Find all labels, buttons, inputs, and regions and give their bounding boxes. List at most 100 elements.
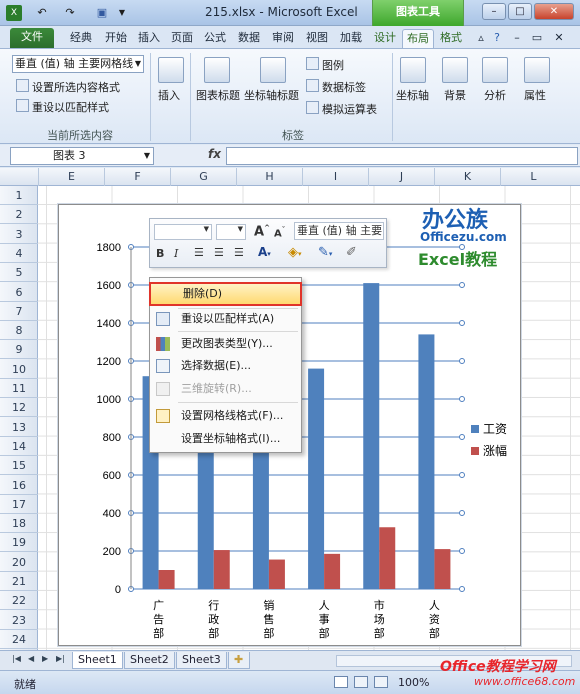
tab-review[interactable]: 审阅 (268, 29, 298, 48)
column-header[interactable]: K (434, 168, 500, 186)
insert-sheet-icon[interactable]: ✚ (228, 652, 250, 669)
row-header[interactable]: 22 (0, 591, 38, 611)
tab-format[interactable]: 格式 (436, 29, 466, 48)
tab-file[interactable]: 文件 (10, 28, 54, 48)
column-header[interactable]: G (170, 168, 236, 186)
formula-input[interactable] (226, 147, 578, 165)
chart-title-button[interactable]: 图表标题 (196, 87, 240, 103)
row-header[interactable]: 23 (0, 611, 38, 630)
menu-item-select-data[interactable]: 选择数据(E)... (150, 356, 301, 376)
properties-button[interactable]: 属性 (524, 87, 546, 103)
row-header[interactable]: 12 (0, 398, 38, 418)
minimize-ribbon-icon[interactable]: ▵ (474, 29, 488, 48)
next-sheet-icon[interactable]: ▶ (42, 654, 48, 663)
tab-view[interactable]: 视图 (302, 29, 332, 48)
row-header[interactable]: 7 (0, 302, 38, 321)
column-header[interactable]: F (104, 168, 170, 186)
row-header[interactable]: 2 (0, 205, 38, 225)
tab-formulas[interactable]: 公式 (200, 29, 230, 48)
insert-button[interactable]: 插入 (158, 87, 180, 103)
page-layout-view-icon[interactable] (354, 676, 368, 688)
row-header[interactable]: 16 (0, 476, 38, 495)
menu-item-format-gridlines[interactable]: 设置网格线格式(F)... (150, 406, 301, 426)
customize-qat-icon[interactable]: ▼ (114, 5, 130, 21)
row-header[interactable]: 6 (0, 283, 38, 302)
help-icon[interactable]: ? (490, 29, 504, 48)
insert-function-icon[interactable]: fx (208, 147, 221, 161)
normal-view-icon[interactable] (334, 676, 348, 688)
last-sheet-icon[interactable]: ▶| (56, 654, 65, 663)
row-header[interactable]: 14 (0, 437, 38, 456)
row-header[interactable]: 4 (0, 244, 38, 263)
italic-button[interactable]: I (174, 247, 178, 260)
select-all-corner[interactable] (0, 168, 38, 186)
chart-element-selector[interactable]: 垂直 (值) 轴 主要网格线 ▼ (12, 55, 144, 73)
row-header[interactable]: 19 (0, 533, 38, 553)
align-left-icon[interactable]: ☰ (194, 246, 204, 259)
data-table-button[interactable]: 模拟运算表 (322, 101, 377, 117)
name-box[interactable]: 图表 3 ▼ (10, 147, 154, 165)
prev-sheet-icon[interactable]: ◀ (28, 654, 34, 663)
row-header[interactable]: 8 (0, 321, 38, 341)
align-center-icon[interactable]: ☰ (214, 246, 224, 259)
menu-item-delete[interactable]: 删除(D) (149, 282, 302, 306)
tab-design[interactable]: 设计 (370, 29, 400, 48)
align-right-icon[interactable]: ☰ (234, 246, 244, 259)
tab-page-layout[interactable]: 页面 (166, 29, 198, 48)
row-header[interactable]: 3 (0, 225, 38, 244)
window-restore-icon[interactable]: ▭ (530, 29, 544, 48)
close-button[interactable]: ✕ (534, 3, 574, 20)
background-button[interactable]: 背景 (444, 87, 466, 103)
column-header[interactable]: L (500, 168, 566, 186)
window-close-icon[interactable]: ✕ (552, 29, 566, 48)
undo-icon[interactable]: ↶ (34, 5, 50, 21)
font-name-combo[interactable]: ▼ (154, 224, 212, 240)
column-header[interactable]: H (236, 168, 302, 186)
sheet-tab-sheet3[interactable]: Sheet3 (176, 652, 227, 669)
legend-button[interactable]: 图例 (322, 57, 344, 73)
row-header[interactable]: 24 (0, 630, 38, 649)
column-header[interactable]: J (368, 168, 434, 186)
tab-insert[interactable]: 插入 (134, 29, 164, 48)
analysis-button[interactable]: 分析 (484, 87, 506, 103)
tab-classic[interactable]: 经典 (64, 29, 98, 48)
maximize-button[interactable]: □ (508, 3, 532, 20)
row-header[interactable]: 17 (0, 495, 38, 514)
shrink-font-icon[interactable]: Aˇ (274, 226, 285, 239)
row-header[interactable]: 5 (0, 263, 38, 283)
redo-icon[interactable]: ↷ (62, 5, 78, 21)
fill-color-icon[interactable]: ◈▾ (288, 245, 302, 260)
minimize-button[interactable]: – (482, 3, 506, 20)
sheet-tab-sheet2[interactable]: Sheet2 (124, 652, 175, 669)
page-break-view-icon[interactable] (374, 676, 388, 688)
zoom-level[interactable]: 100% (398, 676, 429, 689)
font-color-icon[interactable]: A▾ (258, 245, 271, 259)
row-header[interactable]: 18 (0, 514, 38, 534)
tab-home[interactable]: 开始 (100, 29, 132, 48)
tab-addins[interactable]: 加载 (336, 29, 366, 48)
chart-element-combo[interactable]: 垂直 (值) 轴 主要 (294, 222, 384, 240)
column-header[interactable]: E (38, 168, 104, 186)
row-header[interactable]: 11 (0, 379, 38, 398)
data-labels-button[interactable]: 数据标签 (322, 79, 366, 95)
window-minimize-icon[interactable]: – (510, 29, 524, 48)
menu-item-reset-style[interactable]: 重设以匹配样式(A) (150, 309, 301, 329)
format-painter-icon[interactable]: ✐ (346, 245, 357, 260)
row-header[interactable]: 1 (0, 186, 38, 205)
menu-item-change-chart-type[interactable]: 更改图表类型(Y)... (150, 334, 301, 354)
row-header[interactable]: 13 (0, 418, 38, 437)
first-sheet-icon[interactable]: |◀ (12, 654, 21, 663)
tab-layout[interactable]: 布局 (402, 29, 434, 48)
grow-font-icon[interactable]: A^ (254, 224, 270, 239)
reset-match-style-button[interactable]: 重设以匹配样式 (32, 99, 109, 115)
row-header[interactable]: 9 (0, 340, 38, 360)
row-header[interactable]: 15 (0, 456, 38, 476)
sheet-tab-sheet1[interactable]: Sheet1 (72, 652, 123, 669)
tab-data[interactable]: 数据 (234, 29, 264, 48)
font-size-combo[interactable]: ▼ (216, 224, 246, 240)
bold-button[interactable]: B (156, 247, 164, 260)
axes-button[interactable]: 坐标轴 (396, 87, 429, 103)
excel-app-icon[interactable]: X (6, 5, 22, 21)
save-icon[interactable]: ▣ (94, 5, 110, 21)
menu-item-format-axis[interactable]: 设置坐标轴格式(I)... (150, 429, 301, 449)
